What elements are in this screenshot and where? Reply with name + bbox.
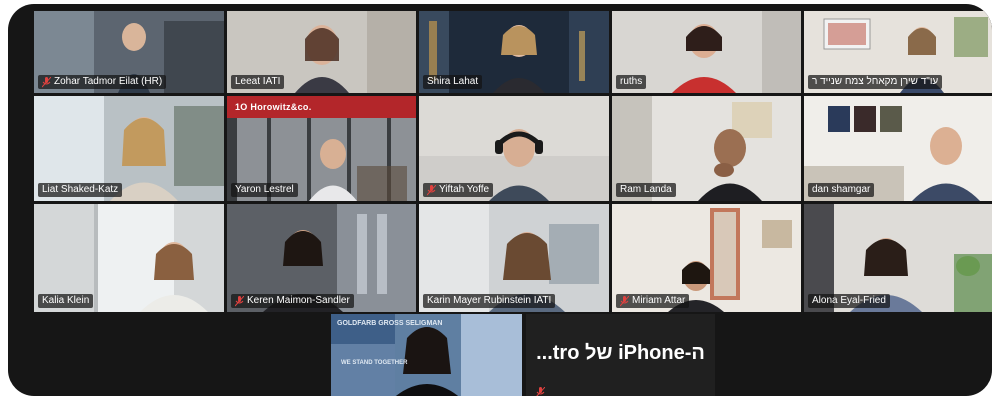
participant-name: Ram Landa: [620, 184, 672, 195]
video-tile[interactable]: Shira Lahat: [419, 11, 609, 93]
participant-name: Keren Maimon-Sandler: [247, 295, 350, 306]
slogan-text: WE STAND TOGETHER: [341, 360, 408, 366]
video-off-tile[interactable]: ...tro של iPhone-ה: [526, 314, 715, 396]
muted-mic-icon: [619, 295, 630, 307]
participant-name: Leeat IATI: [235, 76, 281, 87]
video-tile[interactable]: Alona Eyal-Fried: [804, 204, 992, 312]
video-tile[interactable]: ruths: [612, 11, 801, 93]
zoom-meeting-window: Zohar Tadmor Eilat (HR) Leeat IATI Shira…: [8, 4, 992, 396]
video-tile[interactable]: Yiftah Yoffe: [419, 96, 609, 201]
participant-name: Karin Mayer Rubinstein IATI: [427, 295, 552, 306]
participant-name: Yaron Lestrel: [235, 184, 294, 195]
participant-name-tag: Yaron Lestrel: [231, 183, 298, 197]
participant-name-tag: עו"ד שירן מקאחל צמח שנייד ר: [808, 75, 943, 89]
participant-name: dan shamgar: [812, 184, 871, 195]
gallery-bottom-row: GOLDFARB GROSS SELIGMAN WE STAND TOGETHE…: [331, 314, 715, 396]
participant-name: Yiftah Yoffe: [439, 184, 490, 195]
participant-name-tag: Yiftah Yoffe: [423, 183, 494, 197]
participant-name-tag: Leeat IATI: [231, 75, 285, 89]
muted-mic-icon: [426, 184, 437, 196]
video-tile[interactable]: Liat Shaked-Katz: [34, 96, 224, 201]
participant-name-tag: Miriam Attar: [616, 294, 690, 308]
participant-name-tag: Shira Lahat: [423, 75, 483, 89]
video-tile[interactable]: 1O Horowitz&co. Yaron Lestrel: [227, 96, 416, 201]
video-tile[interactable]: Keren Maimon-Sandler: [227, 204, 416, 312]
video-tile[interactable]: Zohar Tadmor Eilat (HR): [34, 11, 224, 93]
video-tile[interactable]: עו"ד שירן מקאחל צמח שנייד ר: [804, 11, 992, 93]
participant-name-tag: Karin Mayer Rubinstein IATI: [423, 294, 556, 308]
participant-name-tag: Keren Maimon-Sandler: [231, 294, 354, 308]
participant-name-tag: Liat Shaked-Katz: [38, 183, 123, 197]
participant-name-tag: Ram Landa: [616, 183, 676, 197]
video-tile[interactable]: dan shamgar: [804, 96, 992, 201]
video-tile[interactable]: Kalia Klein: [34, 204, 224, 312]
participant-name: Kalia Klein: [42, 295, 90, 306]
muted-mic-icon: [41, 76, 52, 88]
gallery-grid: Zohar Tadmor Eilat (HR) Leeat IATI Shira…: [34, 11, 992, 312]
company-logo-banner: 1O Horowitz&co.: [227, 96, 416, 118]
participant-name-tag: dan shamgar: [808, 183, 875, 197]
muted-mic-icon: [234, 295, 245, 307]
participant-name: Zohar Tadmor Eilat (HR): [54, 76, 163, 87]
participant-name-tag: Alona Eyal-Fried: [808, 294, 890, 308]
participant-name: Shira Lahat: [427, 76, 479, 87]
participant-name: עו"ד שירן מקאחל צמח שנייד ר: [812, 76, 939, 87]
participant-name: ruths: [620, 76, 643, 87]
participant-name: Alona Eyal-Fried: [812, 295, 886, 306]
participant-name: Miriam Attar: [632, 295, 686, 306]
video-tile[interactable]: Leeat IATI: [227, 11, 416, 93]
video-tile[interactable]: GOLDFARB GROSS SELIGMAN WE STAND TOGETHE…: [331, 314, 522, 396]
participant-name-tag: ruths: [616, 75, 647, 89]
participant-name-tag: Zohar Tadmor Eilat (HR): [38, 75, 167, 89]
video-tile[interactable]: Miriam Attar: [612, 204, 801, 312]
participant-name: Liat Shaked-Katz: [42, 184, 119, 195]
active-speaker-tile[interactable]: Karin Mayer Rubinstein IATI: [419, 204, 609, 312]
muted-mic-icon: [536, 386, 546, 396]
participant-name-tag: Kalia Klein: [38, 294, 94, 308]
company-logo-text: GOLDFARB GROSS SELIGMAN: [337, 320, 443, 327]
video-tile[interactable]: Ram Landa: [612, 96, 801, 201]
participant-display-name: ...tro של iPhone-ה: [536, 342, 705, 364]
